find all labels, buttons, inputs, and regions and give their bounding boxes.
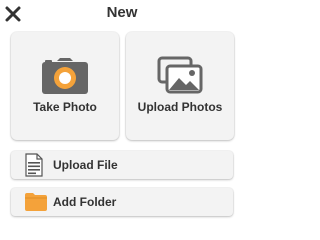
upload-file-button[interactable]: Upload File	[11, 151, 233, 179]
take-photo-button[interactable]: Take Photo	[11, 32, 119, 140]
take-photo-label: Take Photo	[33, 100, 97, 114]
add-folder-button[interactable]: Add Folder	[11, 188, 233, 216]
add-folder-label: Add Folder	[53, 195, 117, 209]
document-icon	[25, 153, 43, 177]
dialog-title: New	[106, 4, 138, 21]
upload-file-label: Upload File	[53, 158, 118, 172]
upload-photos-label: Upload Photos	[137, 100, 223, 114]
photos-icon	[157, 56, 203, 94]
upload-photos-button[interactable]: Upload Photos	[126, 32, 234, 140]
folder-icon	[25, 193, 47, 211]
camera-icon	[42, 58, 88, 94]
dialog-header: New	[0, 0, 244, 30]
